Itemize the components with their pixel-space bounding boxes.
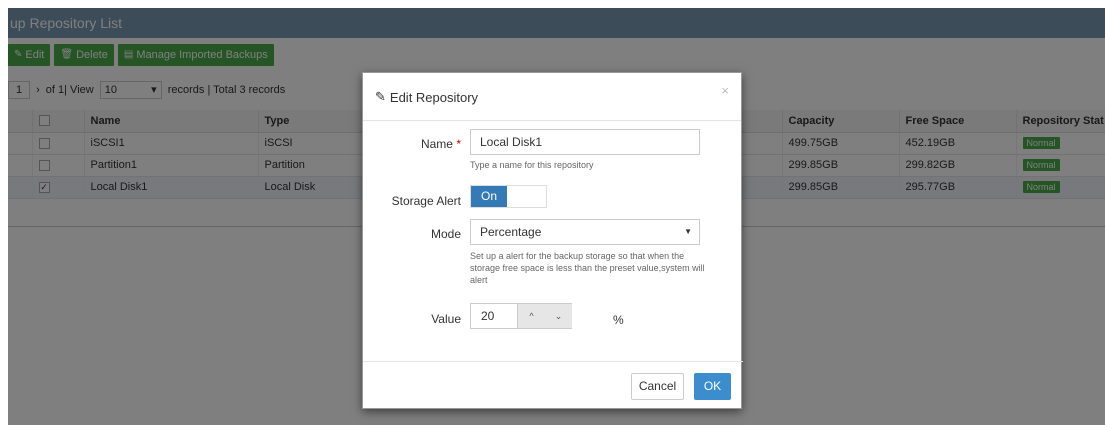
decrement-icon[interactable]: ⌄ [545, 303, 572, 329]
toggle-on-label: On [471, 186, 507, 207]
name-label: Name * [420, 137, 461, 151]
name-input[interactable]: Local Disk1 [470, 129, 700, 155]
value-stepper: 20 ^ ⌄ [470, 303, 572, 329]
name-help-text: Type a name for this repository [470, 160, 594, 170]
mode-help-text: Set up a alert for the backup storage so… [470, 251, 705, 285]
required-marker: * [456, 137, 461, 151]
edit-icon: ✎ [375, 89, 386, 104]
mode-select[interactable]: Percentage ▼ [470, 219, 700, 245]
mode-label: Mode [430, 227, 461, 241]
dialog-footer: Cancel OK [363, 361, 743, 409]
value-label: Value [431, 312, 461, 326]
edit-repository-dialog: ✎ Edit Repository × Name * Local Disk1 T… [362, 72, 743, 409]
close-icon[interactable]: × [721, 83, 729, 98]
dialog-header: ✎ Edit Repository × [363, 73, 741, 121]
storage-alert-label: Storage Alert [391, 194, 461, 208]
percent-unit: % [613, 313, 624, 327]
value-input[interactable]: 20 [470, 303, 518, 329]
storage-alert-toggle[interactable]: On [470, 185, 547, 208]
chevron-down-icon: ▼ [684, 227, 692, 236]
dialog-title: ✎ Edit Repository [375, 89, 479, 105]
ok-button[interactable]: OK [694, 373, 731, 400]
cancel-button[interactable]: Cancel [631, 373, 684, 400]
increment-icon[interactable]: ^ [518, 303, 545, 329]
